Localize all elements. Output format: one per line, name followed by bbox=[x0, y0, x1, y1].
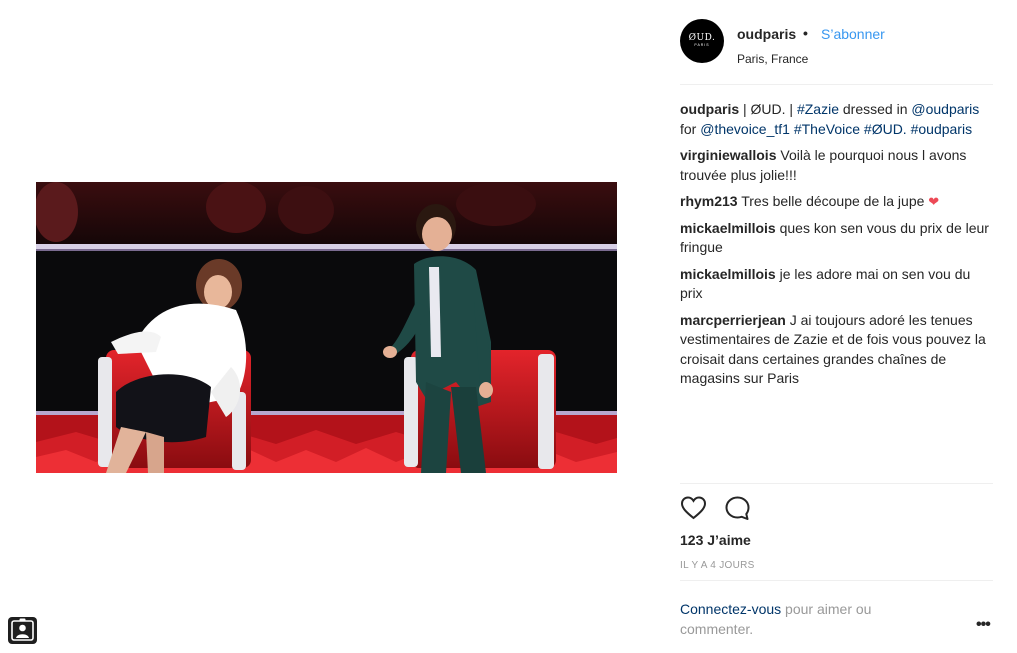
comment-author[interactable]: mickaelmillois bbox=[680, 220, 776, 236]
comment-author[interactable]: virginiewallois bbox=[680, 147, 776, 163]
post-timestamp[interactable]: IL Y A 4 JOURS bbox=[680, 560, 755, 571]
comment-item: mickaelmillois ques kon sen vous du prix… bbox=[680, 219, 993, 258]
like-button[interactable] bbox=[680, 495, 707, 522]
comment-button[interactable] bbox=[724, 495, 751, 522]
comment-item: marcperrierjean J ai toujours adoré les … bbox=[680, 311, 993, 389]
instagram-post-page: ØUD. PARIS oudparis • S’abonner Paris, F… bbox=[0, 0, 1017, 653]
hashtag-link[interactable]: #ØUD. bbox=[864, 121, 907, 137]
comment-author[interactable]: rhym213 bbox=[680, 193, 738, 209]
username-link[interactable]: oudparis bbox=[737, 26, 796, 42]
follow-button[interactable]: S’abonner bbox=[821, 26, 885, 42]
speech-bubble-icon bbox=[725, 496, 750, 520]
caption-author[interactable]: oudparis bbox=[680, 101, 739, 117]
hashtag-link[interactable]: #oudparis bbox=[911, 121, 973, 137]
comment-item: rhym213 Tres belle découpe de la jupe ❤ bbox=[680, 192, 993, 212]
caption-text: dressed in bbox=[839, 101, 912, 117]
avatar[interactable]: ØUD. PARIS bbox=[680, 19, 724, 63]
actions-divider bbox=[680, 483, 993, 484]
profile-button[interactable] bbox=[8, 617, 37, 644]
comment-author[interactable]: mickaelmillois bbox=[680, 266, 776, 282]
avatar-logo-text: ØUD. bbox=[688, 33, 716, 43]
comment-text: Tres belle découpe de la jupe bbox=[741, 193, 925, 209]
likes-count[interactable]: 123 J’aime bbox=[680, 532, 751, 548]
more-options-button[interactable]: ••• bbox=[976, 616, 991, 634]
comment-author[interactable]: marcperrierjean bbox=[680, 312, 786, 328]
person-icon bbox=[11, 618, 34, 641]
comment-item: mickaelmillois je les adore mai on sen v… bbox=[680, 265, 993, 304]
caption-text: | ØUD. | bbox=[739, 101, 797, 117]
caption: oudparis | ØUD. | #Zazie dressed in @oud… bbox=[680, 100, 993, 139]
mention-link[interactable]: @oudparis bbox=[911, 101, 979, 117]
hashtag-link[interactable]: #Zazie bbox=[797, 101, 839, 117]
comments-list: oudparis | ØUD. | #Zazie dressed in @oud… bbox=[680, 100, 993, 396]
post-actions bbox=[680, 495, 993, 523]
heart-outline-icon bbox=[680, 496, 707, 520]
login-link[interactable]: Connectez-vous bbox=[680, 601, 781, 617]
header-divider bbox=[680, 84, 993, 85]
stage-scene-illustration bbox=[36, 182, 617, 473]
separator-dot: • bbox=[803, 25, 808, 41]
heart-emoji-icon: ❤ bbox=[928, 194, 940, 209]
hashtag-link[interactable]: #TheVoice bbox=[794, 121, 860, 137]
location-link[interactable]: Paris, France bbox=[737, 52, 808, 66]
post-header: ØUD. PARIS oudparis • S’abonner Paris, F… bbox=[680, 19, 993, 69]
post-details-panel: ØUD. PARIS oudparis • S’abonner Paris, F… bbox=[680, 0, 993, 653]
login-divider bbox=[680, 580, 993, 581]
avatar-sub-text: PARIS bbox=[694, 43, 710, 47]
mention-link[interactable]: @thevoice_tf1 bbox=[700, 121, 790, 137]
caption-text: for bbox=[680, 120, 701, 137]
login-prompt: Connectez-vous pour aimer ou commenter. bbox=[680, 599, 930, 639]
post-image[interactable] bbox=[36, 182, 617, 473]
comment-item: virginiewallois Voilà le pourquoi nous l… bbox=[680, 146, 993, 185]
